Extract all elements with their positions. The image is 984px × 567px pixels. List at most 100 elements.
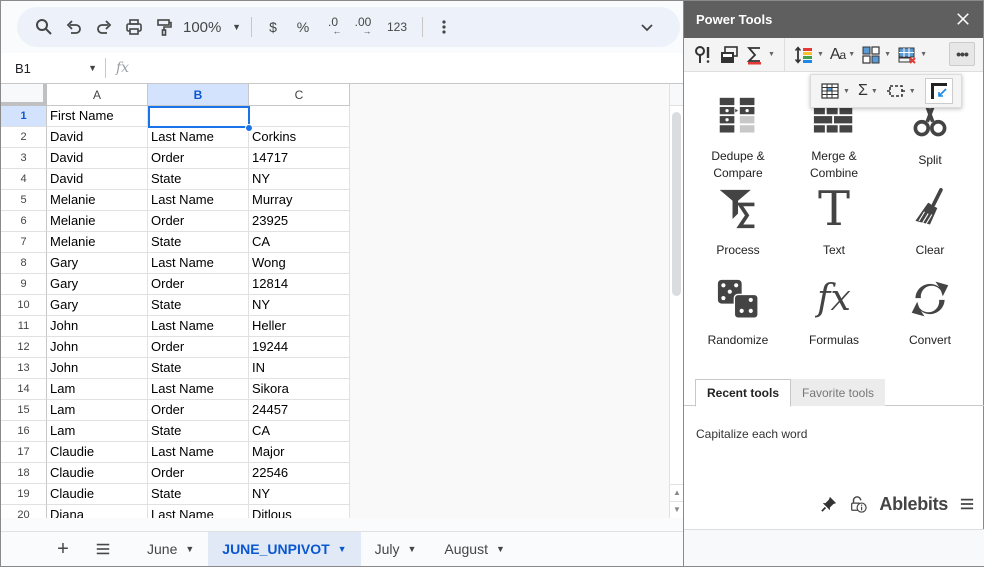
- sort-button[interactable]: ▼: [791, 42, 827, 68]
- cell-c5[interactable]: Murray: [249, 190, 350, 211]
- search-menus-button[interactable]: [29, 13, 59, 41]
- tool-convert[interactable]: Convert: [882, 272, 978, 362]
- change-case-button[interactable]: Aa ▼: [827, 42, 858, 68]
- cell-a19[interactable]: Claudie: [47, 484, 148, 505]
- number-format-button[interactable]: 123: [378, 13, 416, 41]
- cell-a11[interactable]: John: [47, 316, 148, 337]
- cell-a18[interactable]: Claudie: [47, 463, 148, 484]
- tool-clear[interactable]: Clear: [882, 182, 978, 272]
- cell-a6[interactable]: Melanie: [47, 211, 148, 232]
- cell-b1[interactable]: [148, 106, 249, 127]
- tool-randomize[interactable]: Randomize: [690, 272, 786, 362]
- row-header[interactable]: 6: [1, 211, 47, 232]
- print-button[interactable]: [119, 13, 149, 41]
- cell-c20[interactable]: Ditlous: [249, 505, 350, 518]
- cell-a16[interactable]: Lam: [47, 421, 148, 442]
- increase-decimal-button[interactable]: .00 →: [348, 13, 378, 41]
- recent-tool-item[interactable]: Capitalize each word: [696, 427, 807, 441]
- calculate-button[interactable]: Σ ▼: [855, 78, 881, 104]
- cell-c11[interactable]: Heller: [249, 316, 350, 337]
- row-header[interactable]: 13: [1, 358, 47, 379]
- cell-b13[interactable]: State: [148, 358, 249, 379]
- cell-b8[interactable]: Last Name: [148, 253, 249, 274]
- add-sheet-button[interactable]: +: [43, 532, 83, 566]
- vertical-scroll-thumb[interactable]: [672, 112, 681, 296]
- sheet-tab-july[interactable]: July ▼: [361, 532, 431, 566]
- panel-menu-button[interactable]: [960, 497, 974, 511]
- cell-a9[interactable]: Gary: [47, 274, 148, 295]
- cell-b9[interactable]: Order: [148, 274, 249, 295]
- cell-b6[interactable]: Order: [148, 211, 249, 232]
- scroll-down-arrow[interactable]: ▼: [670, 501, 683, 517]
- row-header[interactable]: 17: [1, 442, 47, 463]
- find-replace-button[interactable]: [690, 42, 716, 68]
- vertical-scrollbar[interactable]: ▲ ▼: [669, 84, 683, 518]
- cell-a1[interactable]: First Name: [47, 106, 148, 127]
- cell-a3[interactable]: David: [47, 148, 148, 169]
- shuffle-cells-button[interactable]: ▼: [883, 78, 919, 104]
- cell-b19[interactable]: State: [148, 484, 249, 505]
- redo-button[interactable]: [89, 13, 119, 41]
- row-header[interactable]: 1: [1, 106, 47, 127]
- column-header-a[interactable]: A: [47, 84, 148, 106]
- row-header[interactable]: 4: [1, 169, 47, 190]
- formula-input[interactable]: [139, 53, 683, 83]
- currency-format-button[interactable]: $: [258, 13, 288, 41]
- sum-by-color-button[interactable]: ▼: [742, 42, 778, 68]
- row-header[interactable]: 8: [1, 253, 47, 274]
- row-header[interactable]: 9: [1, 274, 47, 295]
- all-sheets-button[interactable]: [83, 532, 123, 566]
- cell-c15[interactable]: 24457: [249, 400, 350, 421]
- close-panel-button[interactable]: [953, 9, 973, 29]
- sheet-tab-august[interactable]: August ▼: [430, 532, 519, 566]
- cell-b4[interactable]: State: [148, 169, 249, 190]
- sheet-tab-june[interactable]: June ▼: [133, 532, 208, 566]
- cell-b2[interactable]: Last Name: [148, 127, 249, 148]
- cell-b17[interactable]: Last Name: [148, 442, 249, 463]
- scroll-up-arrow[interactable]: ▲: [670, 484, 683, 500]
- merge-cells-button[interactable]: ▼: [858, 42, 894, 68]
- cell-a14[interactable]: Lam: [47, 379, 148, 400]
- percent-format-button[interactable]: %: [288, 13, 318, 41]
- undo-button[interactable]: [59, 13, 89, 41]
- row-header[interactable]: 5: [1, 190, 47, 211]
- cell-b3[interactable]: Order: [148, 148, 249, 169]
- split-table-button[interactable]: ▼: [817, 78, 853, 104]
- cell-a17[interactable]: Claudie: [47, 442, 148, 463]
- cell-c9[interactable]: 12814: [249, 274, 350, 295]
- cell-b7[interactable]: State: [148, 232, 249, 253]
- cell-c7[interactable]: CA: [249, 232, 350, 253]
- select-all-corner[interactable]: [1, 84, 47, 106]
- cell-c13[interactable]: IN: [249, 358, 350, 379]
- cell-a10[interactable]: Gary: [47, 295, 148, 316]
- cell-c8[interactable]: Wong: [249, 253, 350, 274]
- cell-c12[interactable]: 19244: [249, 337, 350, 358]
- cell-c2[interactable]: Corkins: [249, 127, 350, 148]
- cell-a20[interactable]: Diana: [47, 505, 148, 518]
- cell-a5[interactable]: Melanie: [47, 190, 148, 211]
- copy-sheets-button[interactable]: [716, 42, 742, 68]
- row-header[interactable]: 19: [1, 484, 47, 505]
- cell-b11[interactable]: Last Name: [148, 316, 249, 337]
- tool-text[interactable]: T Text: [786, 182, 882, 272]
- cell-a15[interactable]: Lam: [47, 400, 148, 421]
- row-header[interactable]: 20: [1, 505, 47, 518]
- name-box[interactable]: B1 ▼: [1, 61, 105, 76]
- privacy-info-button[interactable]: [849, 495, 868, 513]
- fill-handle[interactable]: [245, 124, 253, 132]
- more-options-button[interactable]: [429, 13, 459, 41]
- cell-c19[interactable]: NY: [249, 484, 350, 505]
- cell-b15[interactable]: Order: [148, 400, 249, 421]
- cell-c16[interactable]: CA: [249, 421, 350, 442]
- row-header[interactable]: 16: [1, 421, 47, 442]
- zoom-dropdown[interactable]: 100% ▼: [179, 13, 245, 41]
- cell-c3[interactable]: 14717: [249, 148, 350, 169]
- cell-c10[interactable]: NY: [249, 295, 350, 316]
- column-header-b[interactable]: B: [148, 84, 249, 106]
- cell-c6[interactable]: 23925: [249, 211, 350, 232]
- cell-b20[interactable]: Last Name: [148, 505, 249, 518]
- unpivot-button[interactable]: [924, 78, 953, 104]
- cell-b18[interactable]: Order: [148, 463, 249, 484]
- more-tools-button[interactable]: •••: [949, 42, 975, 66]
- row-header[interactable]: 2: [1, 127, 47, 148]
